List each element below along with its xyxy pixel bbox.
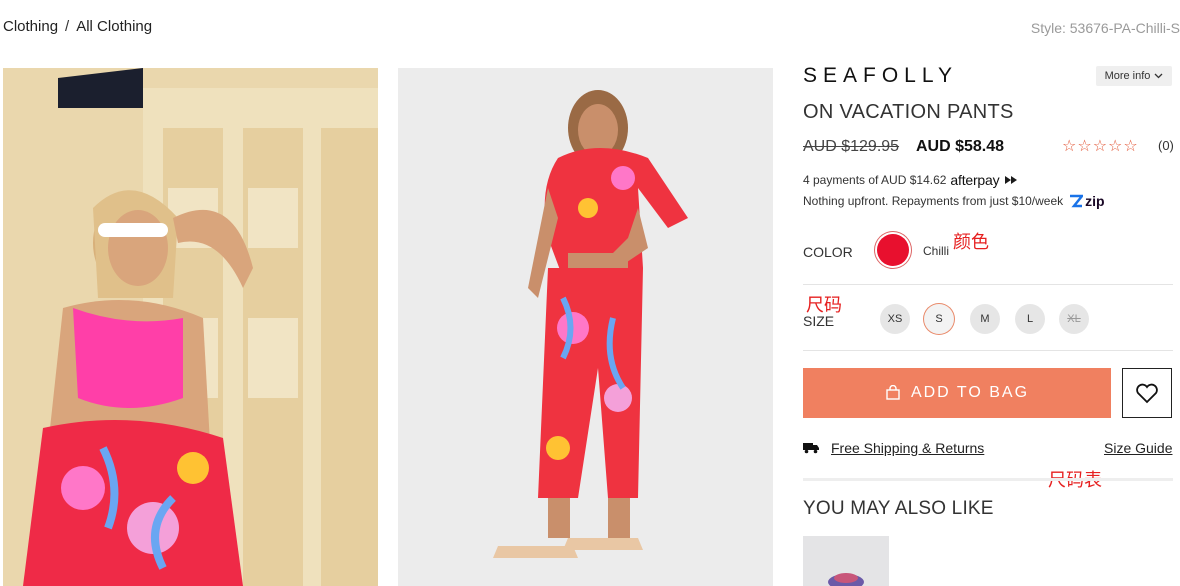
brand-name: SEAFOLLY [803, 64, 958, 87]
color-label: COLOR [803, 244, 853, 260]
breadcrumb-clothing[interactable]: Clothing [3, 18, 58, 35]
color-swatch-chilli[interactable] [877, 234, 909, 266]
recommendations-title: YOU MAY ALSO LIKE [803, 498, 994, 519]
recommendation-thumbnail[interactable] [803, 536, 889, 586]
product-name: ON VACATION PANTS [803, 101, 1014, 123]
add-to-bag-label: ADD TO BAG [910, 384, 1030, 401]
size-option-l[interactable]: L [1015, 304, 1045, 334]
size-option-xl[interactable]: XL [1059, 304, 1089, 334]
afterpay-arrows-icon [1005, 176, 1018, 184]
zip-icon [1070, 194, 1084, 208]
breadcrumb-all-clothing[interactable]: All Clothing [76, 18, 152, 35]
more-info-button[interactable]: More info [1096, 66, 1172, 86]
product-image-lifestyle[interactable] [3, 68, 378, 586]
product-image-studio[interactable] [398, 68, 773, 586]
heart-icon [1136, 383, 1158, 404]
review-count[interactable]: (0) [1158, 138, 1174, 153]
size-label: SIZE [803, 313, 835, 329]
breadcrumb-separator: / [65, 18, 70, 35]
recommendation-image [803, 536, 889, 586]
color-annotation: 颜色 [953, 232, 989, 252]
wishlist-button[interactable] [1122, 368, 1172, 418]
zip-logo[interactable]: zip [1069, 193, 1105, 209]
add-to-bag-button[interactable]: ADD TO BAG [803, 368, 1111, 418]
rating-stars-icon[interactable]: ☆☆☆☆☆ [1062, 136, 1139, 156]
size-option-xs[interactable]: XS [880, 304, 910, 334]
afterpay-logo[interactable]: afterpay [950, 172, 999, 188]
zip-text: Nothing upfront. Repayments from just $1… [803, 194, 1064, 208]
divider [803, 478, 1173, 481]
chevron-down-icon [1154, 73, 1163, 79]
size-guide-link[interactable]: Size Guide [1104, 440, 1172, 456]
divider [803, 350, 1173, 351]
selected-color-name: Chilli [923, 244, 950, 258]
more-info-label: More info [1104, 70, 1151, 82]
truck-icon [803, 443, 819, 454]
afterpay-info: 4 payments of AUD $14.62 afterpay [803, 172, 1019, 188]
studio-photo [398, 68, 773, 586]
zip-info: Nothing upfront. Repayments from just $1… [803, 193, 1105, 209]
shopping-bag-icon [886, 385, 900, 400]
free-shipping-link[interactable]: Free Shipping & Returns [831, 440, 984, 456]
style-code: Style: 53676-PA-Chilli-S [1030, 20, 1180, 36]
lifestyle-photo [3, 68, 378, 586]
afterpay-text: 4 payments of AUD $14.62 [803, 173, 947, 187]
sale-price: AUD $58.48 [916, 138, 1005, 155]
divider [803, 284, 1173, 285]
size-option-s[interactable]: S [924, 304, 954, 334]
size-option-m[interactable]: M [970, 304, 1000, 334]
shipping-info: Free Shipping & Returns [803, 440, 984, 456]
breadcrumb: Clothing / All Clothing [3, 18, 152, 35]
original-price: AUD $129.95 [803, 138, 900, 155]
